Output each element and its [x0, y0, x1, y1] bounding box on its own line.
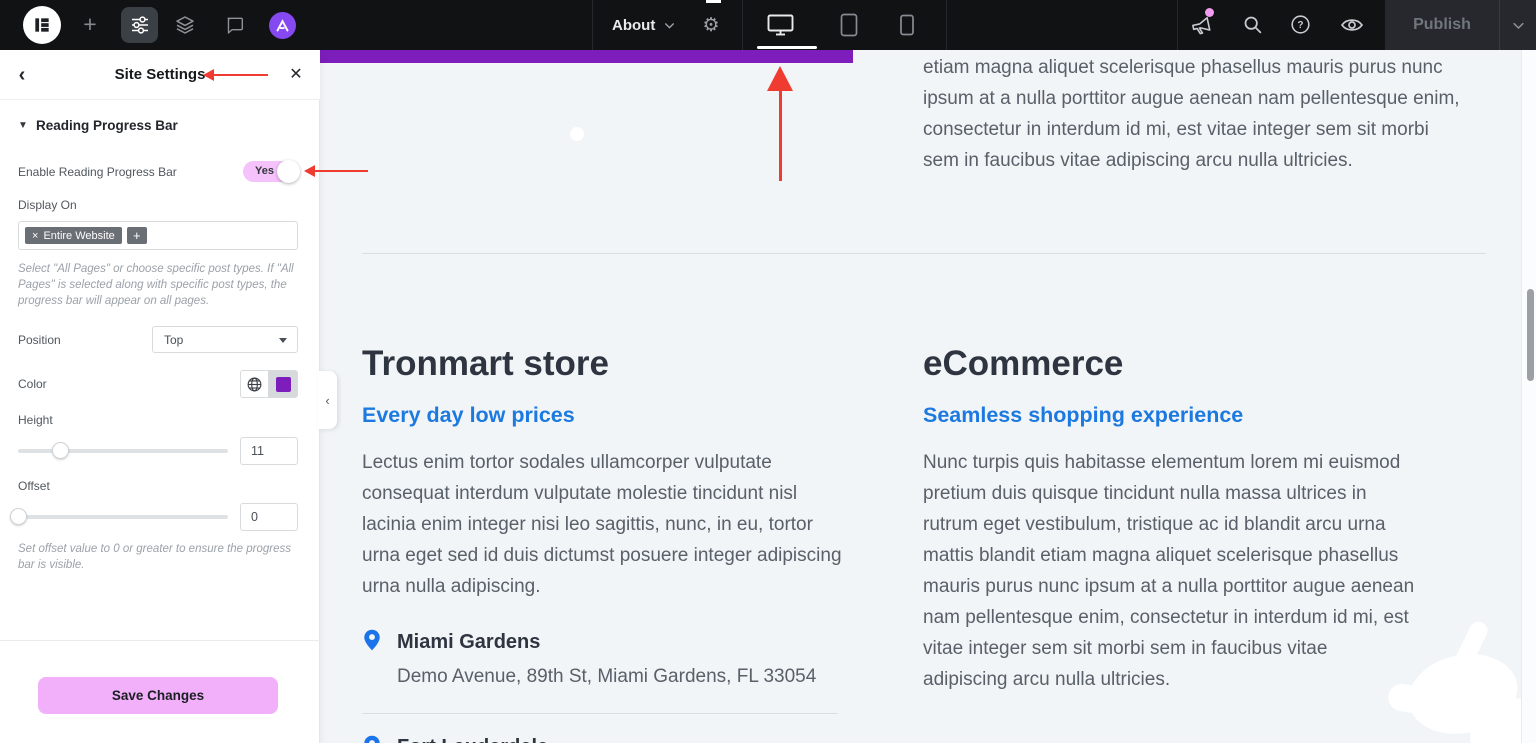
reading-progress-bar — [320, 50, 853, 63]
publish-label: Publish — [1413, 16, 1471, 34]
top-toolbar: + — [0, 0, 1536, 50]
toolbar-separator — [592, 0, 593, 50]
panel-title: Site Settings — [0, 66, 320, 83]
height-slider-track[interactable] — [18, 449, 228, 453]
close-icon[interactable]: ✕ — [284, 63, 308, 87]
right-column-title: eCommerce — [923, 344, 1123, 384]
device-desktop-icon[interactable] — [766, 13, 795, 37]
annotation-arrow-progress-line — [779, 90, 782, 181]
panel-header: ‹ Site Settings ✕ — [0, 50, 320, 100]
location-address: Demo Avenue, 89th St, Miami Gardens, FL … — [397, 666, 816, 688]
offset-slider-knob[interactable] — [10, 508, 27, 525]
map-pin-icon — [363, 629, 381, 651]
color-control — [240, 370, 298, 398]
height-slider-knob[interactable] — [52, 442, 69, 459]
annotation-arrow-toggle-line — [315, 170, 368, 172]
device-mobile-icon[interactable] — [899, 14, 915, 36]
left-column-title: Tronmart store — [362, 344, 609, 384]
help-icon[interactable]: ? — [1290, 14, 1311, 35]
publish-options-chevron[interactable] — [1500, 0, 1536, 50]
publish-button-group: Publish — [1385, 0, 1536, 50]
intro-paragraph: etiam magna aliquet scelerisque phasellu… — [923, 52, 1460, 176]
search-icon[interactable] — [1242, 14, 1263, 35]
color-picker-cell[interactable] — [269, 371, 297, 397]
left-column-subtitle: Every day low prices — [362, 403, 575, 428]
chevron-down-icon — [663, 19, 676, 32]
global-color-globe-icon[interactable] — [241, 371, 269, 397]
panel-collapse-handle[interactable]: ‹ — [318, 371, 337, 429]
right-column-subtitle: Seamless shopping experience — [923, 403, 1243, 428]
location-name: Miami Gardens — [397, 631, 540, 654]
select-caret-icon — [279, 338, 287, 343]
offset-label: Offset — [18, 479, 50, 493]
astra-theme-icon[interactable] — [269, 12, 296, 39]
section-title[interactable]: Reading Progress Bar — [36, 118, 178, 133]
save-changes-button[interactable]: Save Changes — [38, 677, 278, 714]
height-value-input[interactable]: 11 — [240, 437, 298, 465]
toolbar-separator — [946, 0, 947, 50]
tag-entire-website[interactable]: × Entire Website — [25, 227, 122, 244]
tag-remove-icon[interactable]: × — [32, 230, 38, 242]
about-dropdown[interactable]: About — [612, 0, 676, 50]
add-element-button[interactable]: + — [78, 12, 102, 36]
display-on-label: Display On — [18, 198, 77, 212]
toggle-knob[interactable] — [277, 160, 300, 183]
preview-eye-icon[interactable] — [1340, 16, 1364, 34]
location-name: Fort Lauderdale — [397, 736, 548, 743]
position-select[interactable]: Top — [152, 326, 298, 353]
scrollbar-thumb[interactable] — [1527, 289, 1534, 381]
offset-value-input[interactable]: 0 — [240, 503, 298, 531]
elementor-logo-icon — [32, 15, 52, 35]
display-on-help-text: Select "All Pages" or choose specific po… — [18, 261, 294, 309]
right-column-paragraph: Nunc turpis quis habitasse elementum lor… — [923, 447, 1414, 695]
footer-divider — [0, 640, 320, 641]
sliders-icon — [130, 15, 150, 35]
enable-progress-toggle[interactable]: Yes — [243, 161, 298, 182]
toggle-state-label: Yes — [255, 161, 274, 182]
display-on-input[interactable]: × Entire Website + — [18, 221, 298, 250]
site-settings-tab-active[interactable] — [121, 7, 158, 43]
active-device-indicator — [757, 46, 817, 49]
left-column-paragraph: Lectus enim tortor sodales ullamcorper v… — [362, 447, 842, 602]
toolbar-separator — [742, 0, 743, 50]
tag-label: Entire Website — [43, 230, 114, 242]
enable-progress-label: Enable Reading Progress Bar — [18, 165, 177, 179]
annotation-arrow-toggle — [304, 165, 315, 177]
page-preview: etiam magna aliquet scelerisque phasellu… — [320, 50, 1536, 743]
location-divider — [362, 713, 838, 714]
color-swatch-purple[interactable] — [276, 377, 291, 392]
offset-help-text: Set offset value to 0 or greater to ensu… — [18, 541, 291, 573]
notes-comment-icon[interactable] — [224, 15, 245, 36]
toolbar-separator — [1177, 0, 1178, 50]
position-value: Top — [164, 327, 183, 354]
height-label: Height — [18, 413, 53, 427]
about-label: About — [612, 17, 655, 34]
annotation-arrow-title-line — [214, 74, 268, 76]
section-collapse-caret[interactable]: ▼ — [18, 120, 28, 131]
annotation-arrow-progress — [767, 66, 793, 91]
site-settings-panel: ‹ Site Settings ✕ ▼ Reading Progress Bar… — [0, 50, 320, 743]
notification-dot — [1205, 8, 1214, 17]
map-pin-icon — [363, 735, 381, 743]
device-tablet-icon[interactable] — [839, 13, 859, 37]
save-changes-label: Save Changes — [112, 688, 204, 703]
structure-layers-icon[interactable] — [173, 13, 197, 37]
color-label: Color — [18, 377, 47, 391]
elementor-logo[interactable] — [23, 6, 61, 44]
scrollbar-track[interactable] — [1521, 50, 1536, 743]
gear-icon[interactable]: ⚙ — [699, 13, 723, 37]
position-label: Position — [18, 333, 61, 347]
editor-window: + — [0, 0, 1536, 743]
popup-remnant — [706, 0, 721, 3]
publish-button[interactable]: Publish — [1385, 0, 1499, 50]
offset-slider-track[interactable] — [18, 515, 228, 519]
annotation-arrow-title — [203, 69, 214, 81]
add-tag-button[interactable]: + — [127, 227, 147, 244]
svg-text:?: ? — [1297, 20, 1303, 31]
dot-decoration — [570, 127, 584, 141]
section-divider — [362, 253, 1486, 254]
